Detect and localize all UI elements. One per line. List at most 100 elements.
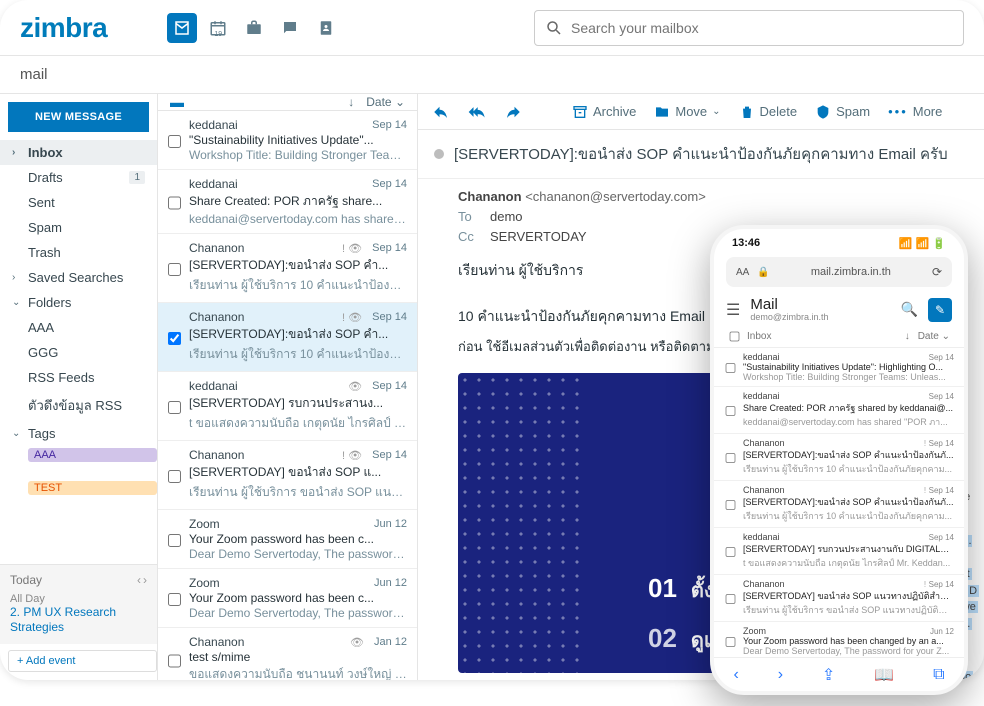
- sidebar-folder-ggg[interactable]: GGG: [0, 340, 157, 365]
- more-button[interactable]: •••More: [888, 104, 942, 119]
- phone-message-row[interactable]: Chananon! Sep 14 [SERVERTODAY]:ขอนำส่ง S…: [714, 434, 964, 481]
- message-flags: ! 👁: [342, 242, 362, 255]
- new-message-button[interactable]: NEW MESSAGE: [8, 102, 149, 132]
- contacts-app-icon[interactable]: [311, 13, 341, 43]
- phone-message-checkbox[interactable]: [726, 632, 736, 653]
- sidebar-spam[interactable]: Spam: [0, 215, 157, 240]
- message-date: Sep 14: [372, 178, 407, 190]
- reply-icon[interactable]: [432, 103, 450, 121]
- phone-sender: Chananon: [743, 485, 785, 495]
- archive-button[interactable]: Archive: [572, 104, 636, 120]
- sidebar-folders[interactable]: ⌄Folders: [0, 290, 157, 315]
- message-row[interactable]: Chananon ! 👁Sep 14 [SERVERTODAY]:ขอนำส่ง…: [158, 303, 417, 372]
- sidebar-saved-searches[interactable]: ›Saved Searches: [0, 265, 157, 290]
- menu-icon[interactable]: ☰: [726, 300, 740, 320]
- sort-arrow-icon[interactable]: ↓: [348, 95, 354, 109]
- search-input[interactable]: [571, 20, 953, 36]
- calendar-event[interactable]: 2. PM UX Research Strategies: [10, 605, 147, 636]
- sort-icon[interactable]: ↓: [905, 331, 910, 342]
- phone-app-header: ☰ Mail demo@zimbra.in.th 🔍 ✎: [714, 293, 964, 326]
- forward-icon[interactable]: ›: [778, 666, 783, 684]
- delete-button[interactable]: Delete: [739, 104, 798, 120]
- sort-by[interactable]: Date ⌄: [366, 95, 405, 109]
- briefcase-app-icon[interactable]: [239, 13, 269, 43]
- sidebar-folder-rss[interactable]: RSS Feeds: [0, 365, 157, 390]
- message-row[interactable]: Zoom Jun 12 Your Zoom password has been …: [158, 569, 417, 628]
- message-row[interactable]: Chananon 👁Jan 12 test s/mime ขอแสดงความน…: [158, 628, 417, 680]
- text-size-icon[interactable]: AA: [736, 267, 749, 278]
- message-subject: "Sustainability Initiatives Update"...: [189, 133, 407, 147]
- message-checkbox[interactable]: [168, 451, 181, 502]
- chat-app-icon[interactable]: [275, 13, 305, 43]
- search-icon: [545, 19, 563, 37]
- message-checkbox[interactable]: [168, 520, 181, 561]
- message-row[interactable]: keddanai Sep 14 "Sustainability Initiati…: [158, 111, 417, 170]
- phone-message-checkbox[interactable]: [726, 358, 736, 379]
- phone-subject: [SERVERTODAY]:ขอนำส่ง SOP คำแนะนำป้องกัน…: [743, 495, 954, 509]
- tag-test[interactable]: TEST: [28, 481, 157, 495]
- phone-subject: Share Created: POR ภาครัฐ shared by kedd…: [743, 401, 954, 415]
- phone-message-checkbox[interactable]: [726, 492, 736, 519]
- phone-subject: "Sustainability Initiatives Update": Hig…: [743, 362, 954, 372]
- phone-sender: Zoom: [743, 626, 766, 636]
- message-checkbox[interactable]: [168, 244, 181, 295]
- sidebar-sent[interactable]: Sent: [0, 190, 157, 215]
- phone-message-row[interactable]: keddanai Sep 14 [SERVERTODAY] รบกวนประสา…: [714, 528, 964, 575]
- phone-message-checkbox[interactable]: [726, 539, 736, 566]
- move-button[interactable]: Move ⌄: [654, 104, 720, 120]
- spam-button[interactable]: Spam: [815, 104, 870, 120]
- reply-all-icon[interactable]: [468, 103, 486, 121]
- tag-aaa[interactable]: AAA: [28, 448, 157, 462]
- message-checkbox[interactable]: [168, 382, 181, 433]
- sidebar-trash[interactable]: Trash: [0, 240, 157, 265]
- phone-message-row[interactable]: Chananon! Sep 14 [SERVERTODAY] ขอนำส่ง S…: [714, 575, 964, 622]
- message-row[interactable]: keddanai 👁Sep 14 [SERVERTODAY] รบกวนประส…: [158, 372, 417, 441]
- phone-message-row[interactable]: keddanai Sep 14 Share Created: POR ภาครั…: [714, 387, 964, 434]
- share-icon[interactable]: ⇪: [822, 665, 835, 685]
- phone-message-row[interactable]: Chananon! Sep 14 [SERVERTODAY]:ขอนำส่ง S…: [714, 481, 964, 528]
- phone-sender: keddanai: [743, 352, 780, 362]
- refresh-icon[interactable]: ⟳: [932, 265, 942, 279]
- phone-subject: [SERVERTODAY]:ขอนำส่ง SOP คำแนะนำป้องกัน…: [743, 448, 954, 462]
- phone-url-bar[interactable]: AA 🔒 mail.zimbra.in.th ⟳: [726, 257, 952, 287]
- back-icon[interactable]: ‹: [733, 666, 738, 684]
- forward-icon[interactable]: [504, 103, 522, 121]
- sidebar-tags[interactable]: ⌄Tags: [0, 421, 157, 446]
- search-icon[interactable]: 🔍: [901, 301, 918, 318]
- phone-date: Sep 14: [929, 353, 954, 362]
- search-box[interactable]: [534, 10, 964, 46]
- bookmarks-icon[interactable]: 📖: [874, 665, 894, 685]
- phone-date-sort[interactable]: Date ⌄: [918, 331, 950, 342]
- message-checkbox[interactable]: [168, 638, 181, 680]
- sidebar-folder-rss-th[interactable]: ตัวดึงข้อมูล RSS: [0, 390, 157, 421]
- phone-message-row[interactable]: Zoom Jun 12 Your Zoom password has been …: [714, 622, 964, 657]
- phone-message-checkbox[interactable]: [726, 445, 736, 472]
- message-row[interactable]: Chananon ! 👁Sep 14 [SERVERTODAY]:ขอนำส่ง…: [158, 234, 417, 303]
- message-preview: ขอแสดงความนับถือ ชนานนท์ วงษ์ใหญ่ Mr. Ch…: [189, 665, 407, 680]
- message-row[interactable]: Chananon ! 👁Sep 14 [SERVERTODAY] ขอนำส่ง…: [158, 441, 417, 510]
- tabs-icon[interactable]: ⧉: [933, 666, 944, 684]
- sender: Zoom: [189, 517, 220, 531]
- message-row[interactable]: Zoom Jun 12 Your Zoom password has been …: [158, 510, 417, 569]
- sender: keddanai: [189, 118, 238, 132]
- cal-prev-icon[interactable]: ‹: [137, 573, 141, 587]
- message-checkbox[interactable]: [168, 579, 181, 620]
- compose-icon[interactable]: ✎: [928, 298, 952, 322]
- message-checkbox[interactable]: [168, 313, 181, 364]
- sidebar-inbox[interactable]: ›Inbox: [0, 140, 157, 165]
- message-checkbox[interactable]: [168, 121, 181, 162]
- collapse-all-icon[interactable]: ▬: [170, 94, 184, 110]
- phone-message-checkbox[interactable]: [726, 586, 736, 613]
- sender: Chananon: [189, 635, 244, 649]
- sidebar-folder-aaa[interactable]: AAA: [0, 315, 157, 340]
- message-checkbox[interactable]: [168, 180, 181, 226]
- phone-select-all[interactable]: [730, 332, 740, 342]
- mail-app-icon[interactable]: [167, 13, 197, 43]
- message-row[interactable]: keddanai Sep 14 Share Created: POR ภาครั…: [158, 170, 417, 234]
- phone-message-checkbox[interactable]: [726, 398, 736, 425]
- cal-next-icon[interactable]: ›: [143, 573, 147, 587]
- sidebar-drafts[interactable]: Drafts1: [0, 165, 157, 190]
- add-event-button[interactable]: + Add event: [8, 650, 157, 672]
- calendar-app-icon[interactable]: 19: [203, 13, 233, 43]
- phone-message-row[interactable]: keddanai Sep 14 "Sustainability Initiati…: [714, 348, 964, 387]
